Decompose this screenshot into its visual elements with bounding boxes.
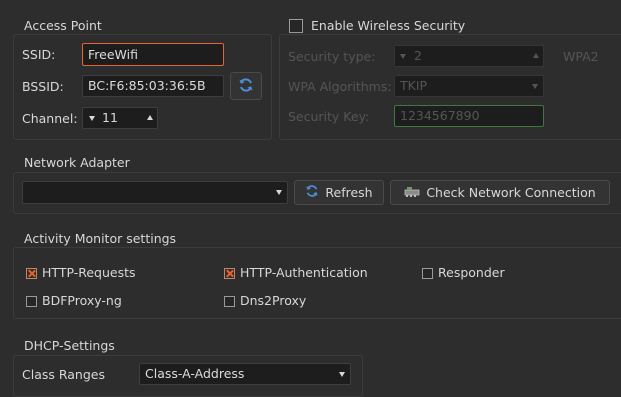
class-ranges-label: Class Ranges — [22, 367, 105, 382]
dns2proxy-label[interactable]: Dns2Proxy — [240, 293, 306, 308]
http-authentication-label[interactable]: HTTP-Authentication — [240, 265, 368, 280]
responder-checkbox[interactable] — [422, 268, 433, 279]
security-type-increment-arrow[interactable] — [533, 53, 539, 58]
channel-spinbox[interactable]: 11 — [82, 107, 158, 129]
bdfproxy-checkbox[interactable] — [26, 296, 37, 307]
refresh-button[interactable]: Refresh — [294, 180, 384, 205]
chevron-down-icon — [339, 372, 345, 377]
check-network-connection-label: Check Network Connection — [426, 185, 596, 200]
wpa-algorithms-select[interactable]: TKIP — [394, 75, 544, 97]
dhcp-settings-title: DHCP-Settings — [24, 338, 115, 353]
wpa-algorithms-value: TKIP — [400, 78, 428, 93]
ssid-field[interactable]: FreeWifi — [82, 43, 224, 66]
refresh-button-label: Refresh — [325, 185, 373, 200]
security-key-label: Security Key: — [288, 109, 370, 124]
wpa-algorithms-label: WPA Algorithms: — [288, 79, 392, 94]
ssid-label: SSID: — [22, 47, 56, 62]
security-key-field[interactable]: 1234567890 — [394, 105, 544, 127]
security-type-label: Security type: — [288, 49, 376, 64]
refresh-icon — [238, 77, 254, 96]
security-type-value: 2 — [414, 48, 422, 63]
http-authentication-checkbox[interactable] — [224, 268, 235, 279]
dns2proxy-checkbox[interactable] — [224, 296, 235, 307]
bssid-label: BSSID: — [22, 79, 64, 94]
refresh-icon — [305, 184, 319, 201]
enable-wireless-security-checkbox[interactable] — [289, 19, 303, 33]
bdfproxy-label[interactable]: BDFProxy-ng — [42, 293, 122, 308]
network-adapter-select[interactable] — [22, 181, 288, 204]
security-type-spinbox[interactable]: 2 — [394, 45, 544, 67]
responder-label[interactable]: Responder — [438, 265, 505, 280]
access-point-title: Access Point — [24, 18, 102, 33]
chevron-down-icon — [276, 190, 282, 195]
class-ranges-value: Class-A-Address — [145, 366, 245, 381]
regenerate-bssid-button[interactable] — [230, 72, 262, 100]
enable-wireless-security-label[interactable]: Enable Wireless Security — [311, 18, 465, 33]
bssid-field[interactable]: BC:F6:85:03:36:5B — [82, 75, 224, 97]
channel-value: 11 — [102, 110, 118, 125]
security-type-decrement-arrow[interactable] — [400, 54, 406, 59]
http-requests-label[interactable]: HTTP-Requests — [42, 265, 136, 280]
class-ranges-select[interactable]: Class-A-Address — [139, 363, 351, 385]
network-card-icon — [404, 184, 420, 201]
channel-label: Channel: — [22, 111, 78, 126]
network-adapter-title: Network Adapter — [24, 155, 130, 170]
channel-increment-arrow[interactable] — [147, 115, 153, 120]
chevron-down-icon — [532, 84, 538, 89]
activity-monitor-frame — [13, 247, 621, 319]
http-requests-checkbox[interactable] — [26, 268, 37, 279]
channel-decrement-arrow[interactable] — [89, 116, 95, 121]
check-network-connection-button[interactable]: Check Network Connection — [390, 180, 610, 205]
security-type-suffix: WPA2 — [563, 49, 599, 64]
activity-monitor-title: Activity Monitor settings — [24, 231, 177, 246]
